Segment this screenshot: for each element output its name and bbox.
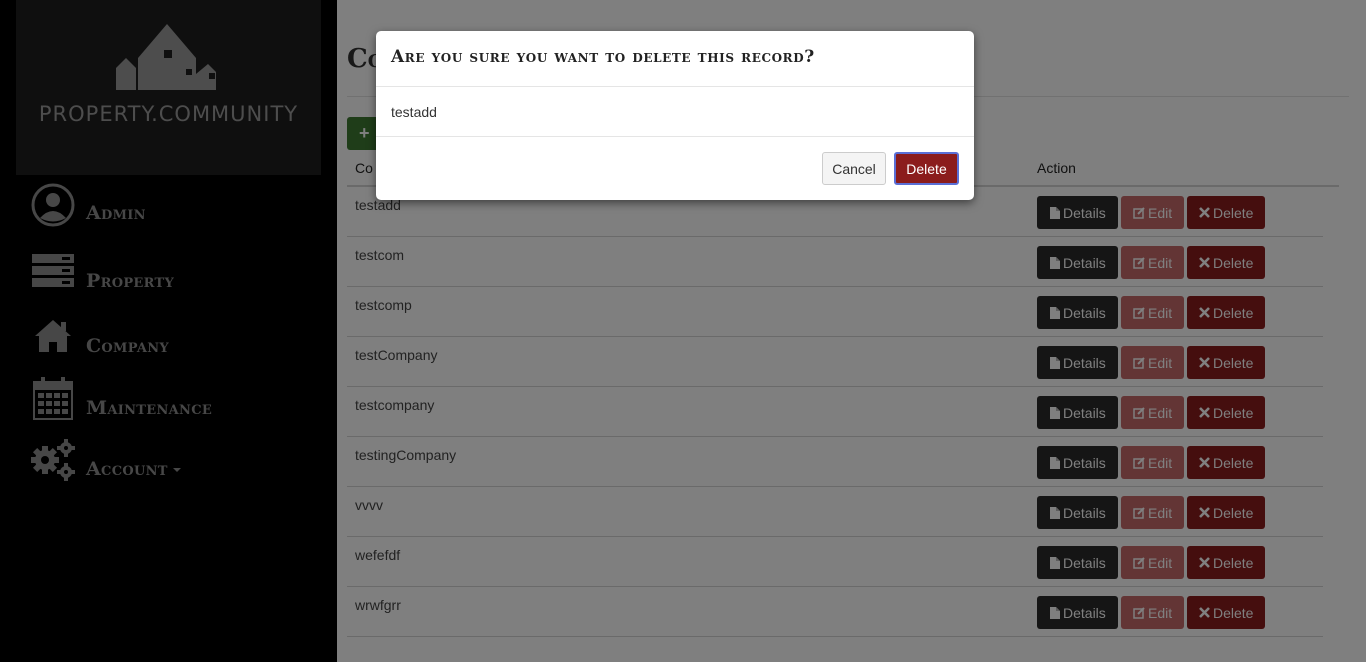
confirm-delete-button[interactable]: Delete bbox=[894, 152, 959, 185]
delete-confirm-modal: Are you sure you want to delete this rec… bbox=[376, 31, 974, 200]
modal-header-divider bbox=[376, 86, 974, 87]
cancel-button[interactable]: Cancel bbox=[822, 152, 886, 185]
modal-footer-divider bbox=[376, 136, 974, 137]
modal-body-text: testadd bbox=[391, 104, 437, 120]
modal-title: Are you sure you want to delete this rec… bbox=[391, 47, 815, 67]
